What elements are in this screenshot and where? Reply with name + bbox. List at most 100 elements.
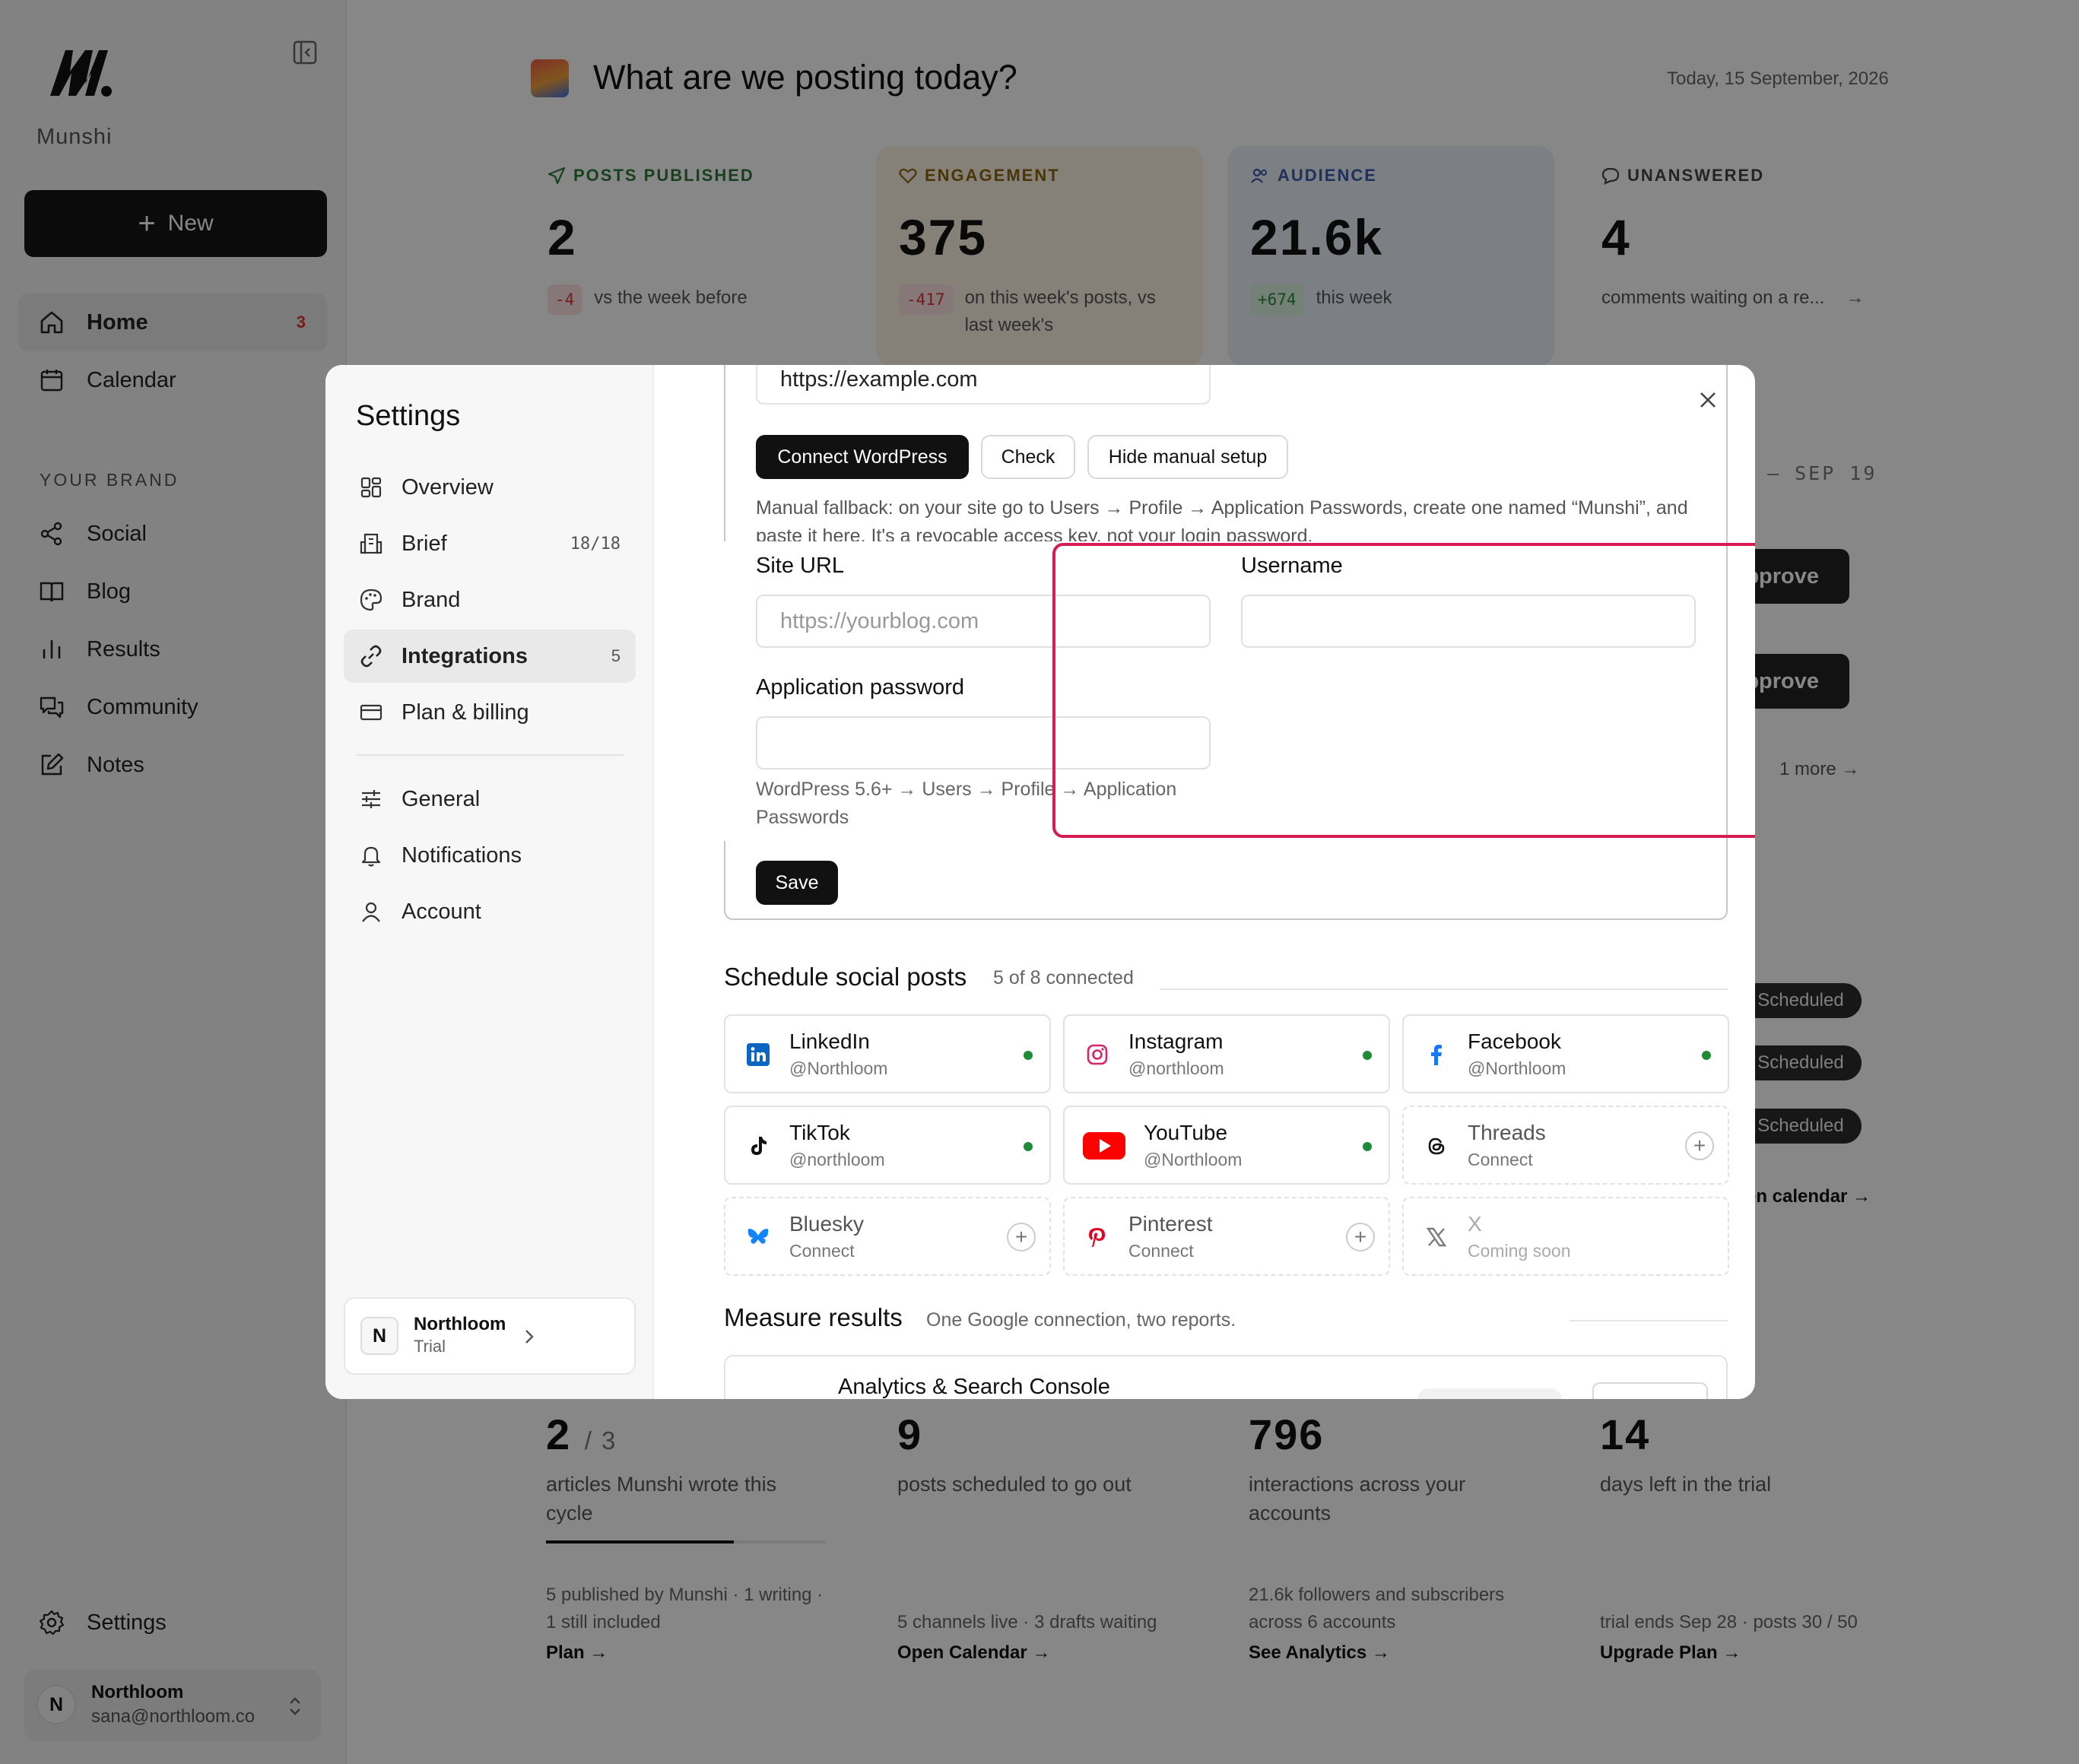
settings-nav-overview[interactable]: Overview (344, 461, 636, 514)
grid-icon (360, 477, 382, 498)
settings-nav-label: Brand (402, 587, 461, 612)
tile-handle: @Northloom (1468, 1058, 1566, 1078)
social-tile-youtube[interactable]: YouTube @Northloom (1063, 1106, 1390, 1185)
tile-handle: Connect (1468, 1150, 1533, 1169)
bell-icon (361, 846, 381, 867)
tile-name: Pinterest (1128, 1212, 1213, 1236)
tile-name: Facebook (1468, 1030, 1561, 1053)
pinterest-icon (1084, 1224, 1110, 1250)
connected-dot (1024, 1051, 1033, 1060)
section-divider (1160, 988, 1728, 990)
x-logo-icon (1424, 1224, 1449, 1250)
settings-nav-integrations[interactable]: Integrations 5 (344, 630, 636, 683)
social-tile-linkedin[interactable]: LinkedIn @Northloom (724, 1014, 1051, 1093)
sliders-icon (362, 790, 380, 808)
org-plan: Trial (414, 1337, 446, 1356)
settings-nav-label: Overview (402, 474, 494, 500)
palette-icon (360, 589, 382, 611)
wordpress-url-field[interactable]: https://example.com (756, 365, 1211, 405)
social-tile-tiktok[interactable]: TikTok @northloom (724, 1106, 1051, 1185)
settings-nav-brand[interactable]: Brand (344, 573, 636, 627)
tile-name: Bluesky (789, 1212, 865, 1236)
facebook-icon (1424, 1042, 1449, 1068)
settings-nav-label: General (402, 786, 481, 811)
org-avatar: N (360, 1317, 398, 1355)
bluesky-icon (745, 1224, 771, 1250)
settings-nav-general[interactable]: General (344, 773, 636, 826)
credit-card-icon (360, 704, 382, 721)
tile-name: TikTok (789, 1121, 850, 1144)
org-name: Northloom (414, 1314, 506, 1334)
youtube-icon (1083, 1132, 1125, 1160)
connected-dot (1024, 1142, 1033, 1151)
tile-name: Threads (1468, 1121, 1546, 1144)
settings-nav-label: Integrations (402, 643, 528, 668)
results-section-title: Measure results (724, 1303, 903, 1331)
settings-nav-billing[interactable]: Plan & billing (344, 686, 636, 739)
highlight-frame (1052, 543, 1755, 838)
threads-icon (1424, 1133, 1449, 1159)
social-tile-facebook[interactable]: Facebook @Northloom (1402, 1014, 1729, 1093)
social-section-title: Schedule social posts (724, 963, 967, 991)
social-section-subtitle: 5 of 8 connected (993, 967, 1134, 988)
hide-manual-setup-button[interactable]: Hide manual setup (1087, 435, 1288, 479)
tile-name: LinkedIn (789, 1030, 870, 1053)
tile-name: X (1468, 1212, 1482, 1236)
tile-handle: Connect (1128, 1241, 1194, 1261)
status-badge (1417, 1388, 1562, 1399)
settings-content: https://example.com Connect WordPress Ch… (654, 365, 1755, 1399)
connected-dot (1702, 1051, 1711, 1060)
settings-nav-divider (356, 754, 624, 756)
user-icon (362, 902, 380, 922)
tile-handle: @northloom (789, 1150, 885, 1169)
results-section-subtitle: One Google connection, two reports. (926, 1309, 1236, 1331)
tile-handle: @Northloom (1144, 1150, 1243, 1169)
social-tile-x: X Coming soon (1402, 1197, 1729, 1276)
org-switcher[interactable]: N Northloom Trial (344, 1297, 636, 1375)
settings-nav: Settings Overview Brief 18/18 Brand Inte… (325, 365, 654, 1399)
settings-modal: Settings Overview Brief 18/18 Brand Inte… (325, 365, 1755, 1399)
analytics-card[interactable]: Analytics & Search Console (724, 1355, 1728, 1399)
connected-dot (1363, 1142, 1372, 1151)
check-button[interactable]: Check (981, 435, 1075, 479)
instagram-icon (1084, 1042, 1110, 1068)
plus-icon[interactable]: + (1007, 1223, 1036, 1252)
settings-nav-label: Notifications (402, 842, 522, 868)
site-url-label: Site URL (756, 554, 845, 578)
tile-name: Instagram (1128, 1030, 1224, 1053)
close-icon[interactable] (1696, 388, 1720, 412)
tile-handle: Connect (789, 1241, 855, 1261)
analytics-card-title: Analytics & Search Console (838, 1375, 1110, 1399)
connect-wordpress-button[interactable]: Connect WordPress (756, 435, 969, 479)
social-tile-bluesky[interactable]: Bluesky Connect + (724, 1197, 1051, 1276)
linkedin-icon (745, 1042, 771, 1068)
plus-icon[interactable]: + (1346, 1223, 1375, 1252)
settings-nav-label: Plan & billing (402, 700, 529, 725)
social-tile-threads[interactable]: Threads Connect + (1402, 1106, 1729, 1185)
settings-nav-label: Brief (402, 531, 447, 556)
tiktok-icon (745, 1133, 771, 1159)
chevron-right-icon (525, 1330, 534, 1344)
settings-nav-notifications[interactable]: Notifications (344, 829, 636, 882)
settings-nav-brief[interactable]: Brief 18/18 (344, 517, 636, 570)
section-divider (1570, 1320, 1728, 1321)
settings-nav-label: Account (402, 899, 481, 924)
integrations-count: 5 (611, 646, 621, 665)
settings-title: Settings (356, 400, 461, 432)
tile-name: YouTube (1144, 1121, 1228, 1144)
app-password-label: Application password (756, 675, 965, 700)
brief-count: 18/18 (570, 534, 621, 554)
link-icon (360, 645, 382, 668)
google-analytics-icon (762, 1388, 800, 1399)
social-tile-pinterest[interactable]: Pinterest Connect + (1063, 1197, 1390, 1276)
save-button[interactable]: Save (756, 861, 838, 905)
tile-handle: @Northloom (789, 1058, 888, 1078)
tile-handle: Coming soon (1468, 1241, 1571, 1261)
plus-icon[interactable]: + (1685, 1131, 1714, 1160)
connect-google-button[interactable] (1592, 1382, 1708, 1399)
settings-nav-account[interactable]: Account (344, 885, 636, 938)
social-tile-instagram[interactable]: Instagram @northloom (1063, 1014, 1390, 1093)
tile-handle: @northloom (1128, 1058, 1224, 1078)
connected-dot (1363, 1051, 1372, 1060)
building-icon (360, 533, 382, 554)
